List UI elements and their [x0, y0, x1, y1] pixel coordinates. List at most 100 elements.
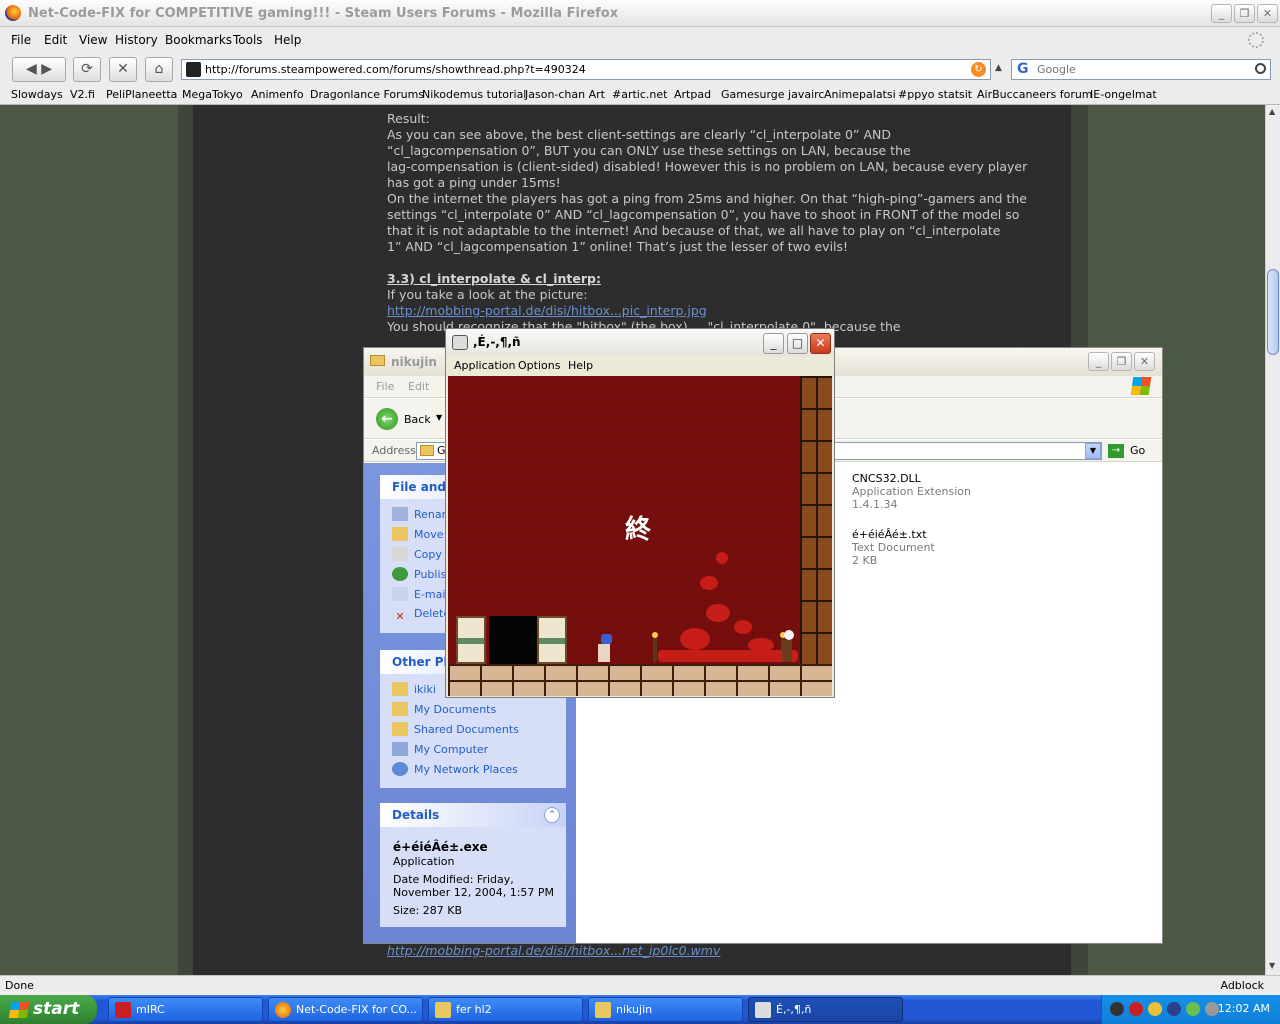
menu-help[interactable]: Help: [274, 33, 301, 47]
minimize-button[interactable]: _: [763, 333, 784, 354]
start-button[interactable]: start: [0, 995, 97, 1024]
collapse-chevron-icon[interactable]: ⌃: [544, 807, 560, 823]
file-type: Text Document: [852, 541, 935, 554]
menu-help[interactable]: Help: [568, 359, 593, 372]
back-forward-button[interactable]: ◀ ▶: [12, 57, 66, 82]
place-my-computer[interactable]: My Computer: [392, 742, 488, 756]
place-shared-documents[interactable]: Shared Documents: [392, 722, 519, 736]
search-input[interactable]: [1037, 62, 1237, 77]
task-copy[interactable]: Copy: [392, 547, 442, 561]
home-icon[interactable]: ⌂: [145, 57, 173, 82]
adblock-status[interactable]: Adblock: [1220, 979, 1264, 992]
place-my-network[interactable]: My Network Places: [392, 762, 518, 776]
panel-header[interactable]: Details ⌃: [380, 803, 566, 827]
bookmark-item[interactable]: MegaTokyo: [182, 88, 243, 101]
url-bar[interactable]: http://forums.steampowered.com/forums/sh…: [181, 59, 991, 80]
bookmark-item[interactable]: #ppyo statsit: [898, 88, 972, 101]
menu-history[interactable]: History: [115, 33, 158, 47]
taskbar-item-fer-hl2[interactable]: fer hl2: [428, 997, 583, 1022]
task-delete[interactable]: ✕ Delete: [392, 607, 450, 624]
menu-application[interactable]: Application: [454, 359, 515, 372]
taskbar-item-game[interactable]: É,-,¶,ñ: [748, 997, 903, 1022]
tray-icon[interactable]: [1110, 1002, 1124, 1016]
menu-tools[interactable]: Tools: [233, 33, 263, 47]
place-ikiki[interactable]: ikiki: [392, 682, 436, 696]
minimize-button[interactable]: _: [1088, 352, 1109, 371]
scroll-up-icon[interactable]: ▲: [1269, 107, 1275, 116]
blood-pool: [658, 650, 798, 662]
go-arrow-icon[interactable]: ↻: [971, 62, 986, 77]
menu-bookmarks[interactable]: Bookmarks: [165, 33, 232, 47]
address-dropdown-icon[interactable]: ▼: [1085, 443, 1101, 459]
scroll-down-icon[interactable]: ▼: [1269, 961, 1275, 970]
search-bar[interactable]: G: [1011, 59, 1271, 80]
taskbar-item-firefox[interactable]: Net-Code-FIX for CO...: [268, 997, 423, 1022]
bookmark-item[interactable]: Artpad: [674, 88, 711, 101]
file-name[interactable]: é+éiéÂé±.txt: [852, 528, 927, 541]
search-icon[interactable]: [1255, 63, 1266, 74]
task-move[interactable]: Move: [392, 527, 444, 541]
video-link[interactable]: http://mobbing-portal.de/disi/hitbox...n…: [387, 943, 720, 958]
windows-flag-icon: [8, 1002, 30, 1018]
file-type: Application Extension: [852, 485, 971, 498]
go-arrow-icon[interactable]: →: [1108, 444, 1124, 458]
google-icon: G: [1017, 61, 1029, 77]
menu-options[interactable]: Options: [518, 359, 560, 372]
tray-icon[interactable]: [1186, 1002, 1200, 1016]
folder-icon: [595, 1002, 611, 1018]
go-button[interactable]: Go: [1130, 444, 1145, 457]
bookmark-item[interactable]: PeliPlaneetta: [106, 88, 177, 101]
shared-folder-icon: [392, 722, 408, 736]
bookmark-item[interactable]: V2.fi: [70, 88, 95, 101]
folder-icon: [420, 445, 434, 456]
menu-edit[interactable]: Edit: [44, 33, 67, 47]
bookmark-item[interactable]: Dragonlance Forums: [310, 88, 424, 101]
detail-modified-date: November 12, 2004, 1:57 PM: [393, 886, 555, 899]
minimize-button[interactable]: _: [1211, 4, 1232, 23]
game-canvas[interactable]: 終: [448, 376, 832, 696]
file-name[interactable]: CNCS32.DLL: [852, 472, 921, 485]
bookmarks-toolbar: Slowdays V2.fi PeliPlaneetta MegaTokyo A…: [0, 86, 1280, 105]
maximize-button[interactable]: □: [787, 333, 808, 354]
bookmark-item[interactable]: #artic.net: [612, 88, 667, 101]
bookmark-item[interactable]: Animenfo: [251, 88, 304, 101]
reload-icon[interactable]: ⟳: [73, 57, 101, 82]
page-scrollbar[interactable]: ▲ ▼: [1265, 105, 1280, 975]
tray-security-icon[interactable]: [1148, 1002, 1162, 1016]
taskbar-item-nikujin[interactable]: nikujin: [588, 997, 743, 1022]
bookmark-item[interactable]: AirBuccaneers forum: [977, 88, 1093, 101]
bookmark-item[interactable]: Nikodemus tutorial: [422, 88, 526, 101]
site-favicon-icon: [186, 62, 201, 77]
bookmark-item[interactable]: Animepalatsi: [824, 88, 896, 101]
url-dropdown-icon[interactable]: ▲: [995, 63, 1002, 73]
close-button[interactable]: ✕: [1134, 352, 1155, 371]
scrollbar-thumb[interactable]: [1267, 269, 1279, 355]
bookmark-item[interactable]: Gamesurge javairc: [721, 88, 824, 101]
close-button[interactable]: ✕: [810, 333, 831, 354]
tray-shield-icon[interactable]: [1129, 1002, 1143, 1016]
menu-file[interactable]: File: [11, 33, 31, 47]
maximize-button[interactable]: ❐: [1111, 352, 1132, 371]
bookmark-item[interactable]: IE-ongelmat: [1090, 88, 1157, 101]
maximize-button[interactable]: ❐: [1234, 4, 1255, 23]
close-button[interactable]: ✕: [1257, 4, 1278, 23]
bookmark-item[interactable]: Jason-chan Art: [525, 88, 605, 101]
tray-icon[interactable]: [1167, 1002, 1181, 1016]
clock: 12:02 AM: [1217, 1002, 1270, 1015]
status-bar: Done Adblock: [0, 975, 1280, 995]
back-button[interactable]: Back: [404, 413, 431, 426]
task-rename[interactable]: Renar: [392, 507, 446, 521]
menu-view[interactable]: View: [79, 33, 107, 47]
task-email[interactable]: E-mail: [392, 587, 449, 601]
task-publish[interactable]: Publis: [392, 567, 446, 581]
menu-file[interactable]: File: [376, 380, 394, 393]
bookmark-item[interactable]: Slowdays: [11, 88, 63, 101]
image-link[interactable]: http://mobbing-portal.de/disi/hitbox...p…: [387, 303, 707, 318]
place-my-documents[interactable]: My Documents: [392, 702, 496, 716]
back-arrow-icon[interactable]: ←: [376, 408, 398, 430]
back-dropdown-icon[interactable]: ▼: [436, 413, 442, 422]
menu-edit[interactable]: Edit: [408, 380, 429, 393]
firefox-icon: [275, 1002, 291, 1018]
taskbar-item-mirc[interactable]: mIRC: [108, 997, 263, 1022]
stop-icon[interactable]: ✕: [109, 57, 137, 82]
